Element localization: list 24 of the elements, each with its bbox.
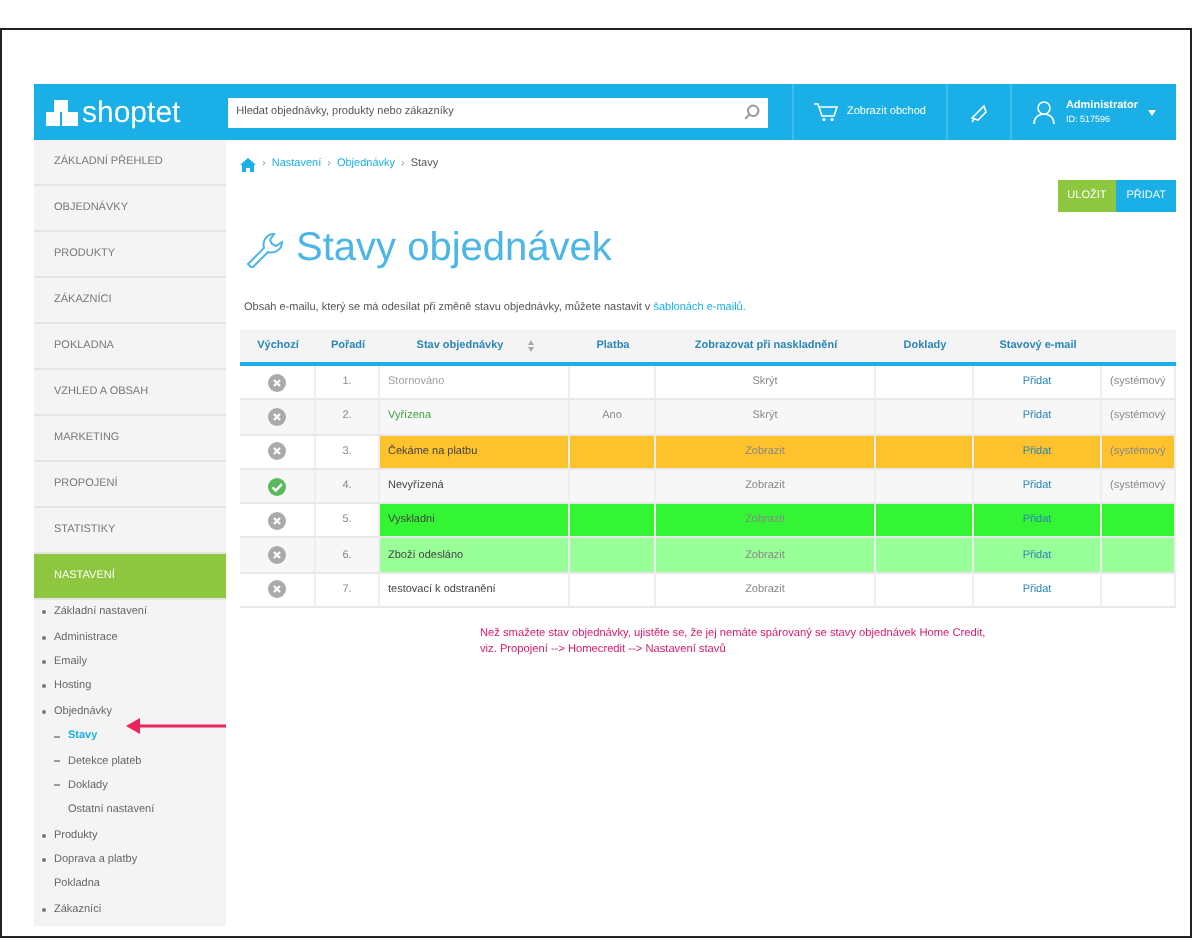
page-title: Stavy objednávek: [296, 225, 612, 271]
cross-icon[interactable]: [268, 373, 286, 392]
user-icon[interactable]: [1031, 100, 1056, 124]
annotation-arrow: [126, 718, 226, 734]
cart-icon: [813, 102, 837, 122]
cross-icon[interactable]: [268, 407, 286, 426]
logo-text: shoptet: [82, 95, 181, 129]
table-cell: [570, 435, 656, 470]
cross-icon[interactable]: [268, 511, 286, 530]
wrench-icon: [244, 228, 284, 268]
cross-icon[interactable]: [268, 546, 286, 565]
logo-icon: [46, 99, 78, 125]
home-icon[interactable]: [240, 157, 256, 171]
check-icon[interactable]: [268, 477, 286, 496]
table-cell: [570, 366, 656, 401]
caret-icon[interactable]: [1148, 109, 1157, 115]
table-cell: [570, 573, 656, 609]
sort-icon[interactable]: [527, 340, 534, 352]
cross-icon[interactable]: [268, 442, 286, 461]
table-cell: [570, 538, 656, 574]
table-cell: [570, 469, 656, 505]
table-cell: [570, 504, 656, 539]
cross-icon[interactable]: [268, 580, 286, 599]
search-icon[interactable]: [743, 104, 760, 120]
